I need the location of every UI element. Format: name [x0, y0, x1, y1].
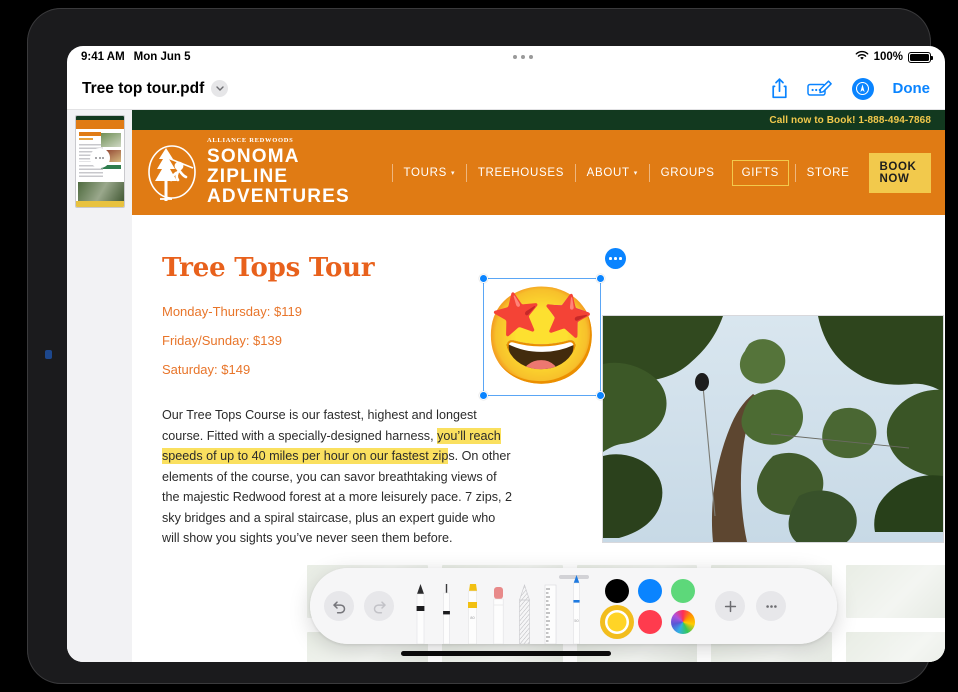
- color-swatch-red[interactable]: [638, 609, 662, 634]
- lasso-tool[interactable]: [512, 583, 537, 645]
- logo-line-3: ADVENTURES: [207, 185, 350, 207]
- phone-banner-text: Call now to Book! 1-888-494-7868: [769, 114, 931, 126]
- undo-icon[interactable]: [324, 591, 354, 621]
- description-part-1: Our Tree Tops Course is our fastest, hig…: [162, 408, 477, 443]
- star-struck-emoji-sticker[interactable]: 🤩: [479, 274, 605, 400]
- logo-line-2: ZIPLINE: [207, 165, 289, 187]
- ipad-screen: 9:41 AM Mon Jun 5 100% Tree top tour.pdf…: [67, 46, 945, 662]
- gallery-thumb: [846, 565, 945, 618]
- add-plus-icon[interactable]: [715, 591, 745, 621]
- sticker-emoji-glyph: 🤩: [482, 283, 602, 390]
- more-options-icon[interactable]: [756, 591, 786, 621]
- highlighter-tool[interactable]: 80: [460, 583, 485, 645]
- resize-handle-top-right[interactable]: [596, 274, 605, 283]
- thumbnail-rail: [67, 110, 132, 662]
- fountain-pen-tool[interactable]: [434, 583, 459, 645]
- redwood-canopy-zipline-photo: [602, 315, 944, 543]
- status-bar: 9:41 AM Mon Jun 5 100%: [67, 46, 945, 68]
- site-phone-banner: Call now to Book! 1-888-494-7868: [132, 110, 945, 130]
- status-time: 9:41 AM: [81, 51, 125, 63]
- chevron-down-icon[interactable]: [211, 80, 229, 97]
- color-swatch-blue[interactable]: [638, 578, 662, 603]
- nav-item-groups[interactable]: GROUPS: [650, 167, 726, 179]
- color-swatch-green[interactable]: [671, 578, 695, 603]
- site-nav: TOURS ▾ TREEHOUSES ABOUT ▾ GROUPS GIFTS: [391, 152, 932, 193]
- color-swatch-yellow[interactable]: [605, 609, 629, 634]
- site-header: ALLIANCE REDWOODS SONOMA ZIPLINE ADVENTU…: [132, 130, 945, 215]
- nav-item-store[interactable]: STORE: [796, 167, 861, 179]
- color-wheel-swatch[interactable]: [671, 609, 695, 634]
- document-toolbar: Tree top tour.pdf Done: [67, 68, 945, 110]
- ruler-tool[interactable]: [538, 583, 563, 645]
- color-swatch-black[interactable]: [605, 578, 629, 603]
- tour-description: Our Tree Tops Course is our fastest, hig…: [162, 405, 514, 549]
- nav-item-about[interactable]: ABOUT ▾: [576, 167, 649, 179]
- color-palette: [605, 578, 695, 634]
- logo-line-1: SONOMA: [207, 145, 300, 167]
- logo-kicker: ALLIANCE REDWOODS: [207, 137, 294, 145]
- chevron-down-icon: ▾: [633, 169, 638, 177]
- status-date: Mon Jun 5: [133, 51, 191, 63]
- tool-list: 80 50: [408, 568, 589, 645]
- page-title: Tree top tour.pdf: [82, 79, 205, 97]
- resize-handle-bottom-right[interactable]: [596, 391, 605, 400]
- pen-tool[interactable]: [408, 583, 433, 645]
- nav-item-gifts[interactable]: GIFTS: [731, 159, 789, 186]
- site-logo[interactable]: ALLIANCE REDWOODS SONOMA ZIPLINE ADVENTU…: [146, 138, 350, 207]
- nav-label: TOURS: [403, 166, 448, 179]
- resize-handle-bottom-left[interactable]: [479, 391, 488, 400]
- blue-pen-tool[interactable]: 50: [564, 574, 589, 645]
- nav-item-treehouses[interactable]: TREEHOUSES: [467, 167, 575, 179]
- ipad-device-frame: 9:41 AM Mon Jun 5 100% Tree top tour.pdf…: [27, 8, 945, 684]
- status-center-dots: [191, 55, 855, 59]
- markup-icon[interactable]: [806, 80, 833, 97]
- done-button[interactable]: Done: [893, 80, 931, 97]
- wifi-icon: [855, 50, 869, 64]
- resize-handle-top-left[interactable]: [479, 274, 488, 283]
- book-now-button[interactable]: BOOK NOW: [868, 152, 932, 193]
- redwood-zipline-logo-icon: [148, 144, 196, 201]
- page-more-dots-icon[interactable]: [89, 147, 110, 168]
- gallery-thumb: [846, 632, 945, 662]
- battery-icon: [908, 51, 934, 63]
- svg-text:80: 80: [470, 615, 475, 620]
- battery-percent: 100%: [873, 51, 903, 63]
- bezel-indicator: [45, 350, 52, 359]
- nav-item-tours[interactable]: TOURS ▾: [392, 167, 466, 179]
- page-thumbnail-1[interactable]: [74, 115, 125, 208]
- home-indicator[interactable]: [401, 651, 611, 656]
- svg-text:50: 50: [574, 618, 579, 623]
- avatar[interactable]: [851, 77, 874, 100]
- chevron-down-icon: ▾: [451, 169, 456, 177]
- sticker-selection[interactable]: 🤩: [479, 248, 626, 400]
- share-icon[interactable]: [771, 78, 788, 99]
- eraser-tool[interactable]: [486, 583, 511, 645]
- sticker-more-options-icon[interactable]: [605, 248, 626, 269]
- document-body: Call now to Book! 1-888-494-7868 ALLIANC…: [67, 110, 945, 662]
- redo-icon: [364, 591, 394, 621]
- pdf-page-canvas[interactable]: Call now to Book! 1-888-494-7868 ALLIANC…: [132, 110, 945, 662]
- nav-label: ABOUT: [586, 166, 630, 179]
- markup-toolbar[interactable]: 80 50: [310, 568, 837, 645]
